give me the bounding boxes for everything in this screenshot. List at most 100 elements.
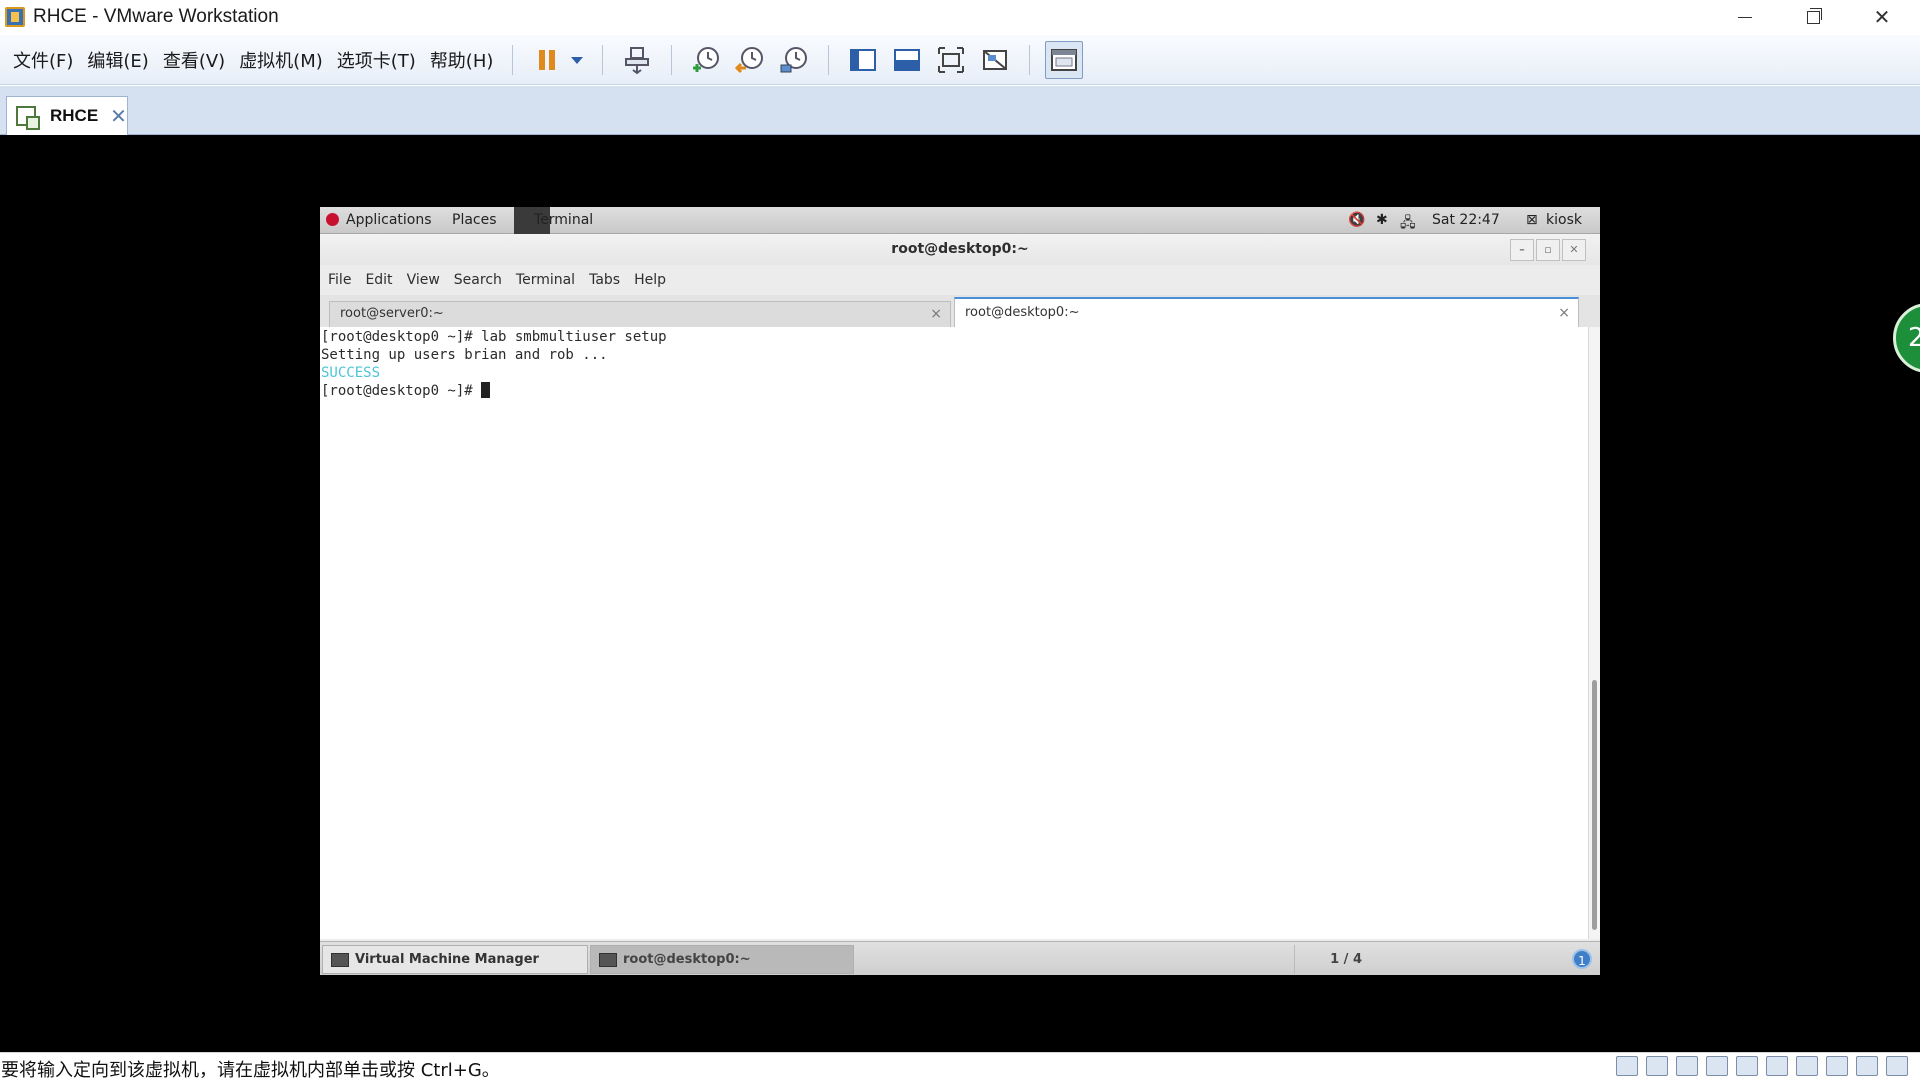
terminal-menu-file[interactable]: File [328,272,351,288]
fullscreen-toggle-icon[interactable] [1886,1056,1908,1076]
close-icon: ✕ [1873,5,1891,29]
snapshot-manager-icon [780,46,808,72]
device-status-icons [1608,1056,1908,1076]
snapshot-take-icon [693,46,720,72]
terminal-app-menu[interactable]: Terminal [534,212,593,228]
show-library-button[interactable] [844,41,882,79]
network-icon[interactable]: 🖧 [1400,212,1416,236]
terminal-line: Setting up users brian and rob ... [321,347,608,363]
menu-help[interactable]: 帮助(H) [423,47,501,73]
preferences-icon [1051,48,1078,71]
places-menu[interactable]: Places [452,212,497,228]
terminal-menu-view[interactable]: View [407,272,440,288]
close-button[interactable]: ✕ [1848,0,1916,34]
terminal-menu-edit[interactable]: Edit [365,272,392,288]
pause-button[interactable] [528,41,566,79]
restore-icon [1806,7,1822,24]
user-menu[interactable]: kiosk [1546,212,1582,228]
menu-tabs[interactable]: 选项卡(T) [330,47,423,73]
terminal-menu-tabs[interactable]: Tabs [589,272,620,288]
task-terminal[interactable]: root@desktop0:~ [590,945,854,974]
maximize-icon: ▫ [1544,243,1552,256]
power-dropdown-button[interactable] [567,41,587,79]
take-snapshot-button[interactable] [687,41,725,79]
guest-screen[interactable]: Applications Places Terminal 🔇 ✱ 🖧 Sat 2… [320,207,1600,975]
terminal-tab-label: root@server0:~ [340,306,444,321]
task-label: root@desktop0:~ [623,952,751,967]
terminal-menu-terminal[interactable]: Terminal [516,272,575,288]
text-cursor [481,382,491,398]
bluetooth-icon[interactable]: ✱ [1376,212,1388,228]
side-notification-badge[interactable]: 2 [1893,303,1920,373]
revert-snapshot-button[interactable] [731,41,769,79]
minimize-icon [1738,16,1752,18]
close-tab-icon[interactable]: × [1558,299,1570,327]
toolbar-separator [828,44,830,75]
notification-icon[interactable]: 1 [1572,949,1592,969]
restore-button[interactable] [1779,0,1847,34]
close-tab-icon[interactable]: × [930,302,942,326]
applications-menu[interactable]: Applications [346,212,432,228]
status-message: 要将输入定向到该虚拟机，请在虚拟机内部单击或按 Ctrl+G。 [1,1060,500,1081]
printer-icon[interactable] [1736,1056,1758,1076]
menu-view[interactable]: 查看(V) [156,47,232,73]
vmm-icon [331,952,349,967]
window-title: RHCE - VMware Workstation [33,6,279,27]
terminal-title: root@desktop0:~ [891,241,1029,257]
window-titlebar: RHCE - VMware Workstation ✕ [0,0,1920,34]
task-virtual-machine-manager[interactable]: Virtual Machine Manager [322,945,588,974]
hard-disk-icon[interactable] [1616,1056,1638,1076]
minimize-button[interactable] [1711,0,1779,34]
console-view-icon [894,48,921,71]
terminal-menubar: File Edit View Search Terminal Tabs Help [320,265,1600,295]
terminal-line: [root@desktop0 ~]# lab smbmultiuser setu… [321,329,667,345]
send-ctrl-alt-del-button[interactable] [618,41,656,79]
cdrom-icon[interactable] [1646,1056,1668,1076]
close-icon: ✕ [1569,243,1579,256]
menu-vm[interactable]: 虚拟机(M) [232,47,330,73]
sound-icon[interactable] [1796,1056,1818,1076]
view-settings-button[interactable] [1045,40,1084,79]
fullscreen-icon [938,46,965,73]
toolbar-separator [671,44,673,75]
terminal-menu-help[interactable]: Help [634,272,666,288]
terminal-tab-desktop0[interactable]: root@desktop0:~ × [954,297,1579,327]
usb-icon[interactable] [1766,1056,1788,1076]
unity-button[interactable] [976,41,1014,79]
terminal-maximize-button[interactable]: ▫ [1536,239,1560,261]
toolbar-separator [602,44,604,75]
network-adapter-icon[interactable] [1676,1056,1698,1076]
scrollbar-thumb[interactable] [1592,680,1597,930]
pause-icon [539,49,556,70]
terminal-output[interactable]: [root@desktop0 ~]# lab smbmultiuser setu… [320,327,1588,939]
close-tab-icon[interactable]: ✕ [110,104,127,128]
dropdown-arrow-icon [571,56,584,64]
snapshot-manager-button[interactable] [775,41,813,79]
terminal-close-button[interactable]: ✕ [1562,239,1586,261]
terminal-tab-label: root@desktop0:~ [965,305,1080,320]
clock[interactable]: Sat 22:47 [1432,212,1500,228]
vm-tab-rhce[interactable]: RHCE ✕ [6,96,128,135]
terminal-prompt: [root@desktop0 ~]# [321,383,482,399]
menubar: 文件(F) 编辑(E) 查看(V) 虚拟机(M) 选项卡(T) 帮助(H) [0,35,1920,85]
volume-muted-icon[interactable]: 🔇 [1348,212,1365,228]
vm-tab-label: RHCE [50,106,99,125]
terminal-scrollbar[interactable] [1588,327,1600,939]
terminal-success-line: SUCCESS [321,365,381,381]
message-icon[interactable] [1856,1056,1878,1076]
vm-icon [16,106,40,130]
workspace-indicator[interactable]: 1 / 4 [1294,945,1370,974]
terminal-menu-search[interactable]: Search [454,272,502,288]
fullscreen-button[interactable] [932,41,970,79]
terminal-titlebar: root@desktop0:~ – ▫ ✕ [320,234,1600,265]
network-adapter-2-icon[interactable] [1706,1056,1728,1076]
console-view-button[interactable] [888,41,926,79]
terminal-icon [599,952,617,967]
terminal-minimize-button[interactable]: – [1510,239,1534,261]
send-keys-icon [625,46,650,74]
display-icon[interactable] [1826,1056,1848,1076]
terminal-tab-server0[interactable]: root@server0:~ × [329,301,951,327]
menu-edit[interactable]: 编辑(E) [80,47,155,73]
menu-file[interactable]: 文件(F) [6,47,80,73]
library-icon [850,48,877,71]
